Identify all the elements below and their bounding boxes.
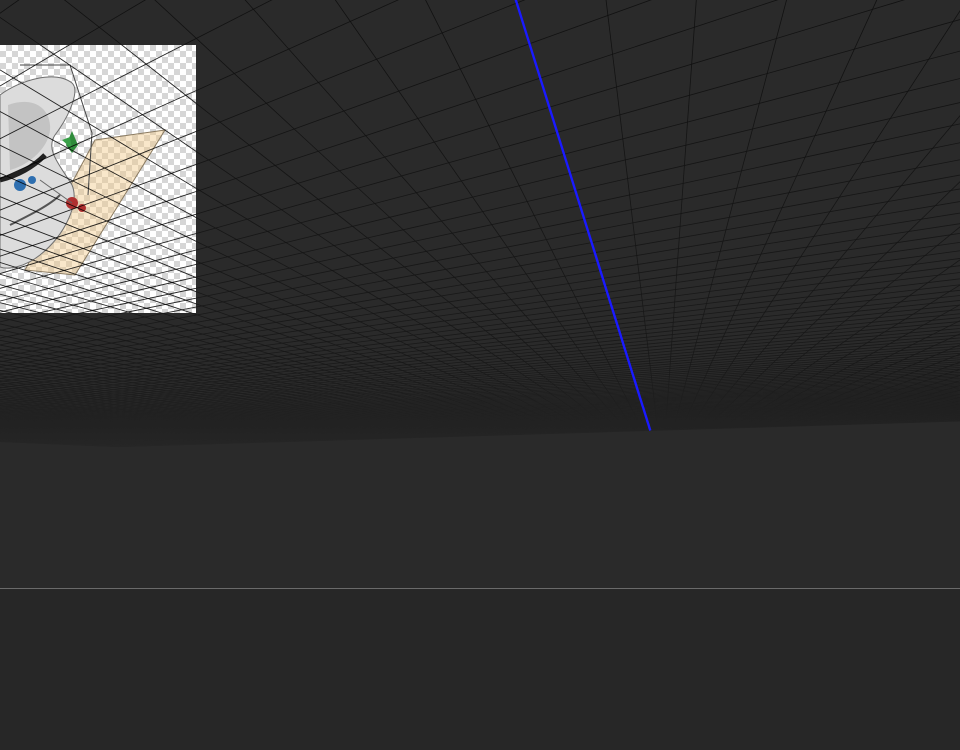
3d-viewport[interactable] bbox=[0, 0, 960, 588]
bottom-panel bbox=[0, 589, 960, 750]
bird-mesh-icon bbox=[0, 64, 166, 276]
app-window bbox=[0, 0, 960, 750]
reference-image-thumbnail[interactable] bbox=[0, 45, 196, 313]
